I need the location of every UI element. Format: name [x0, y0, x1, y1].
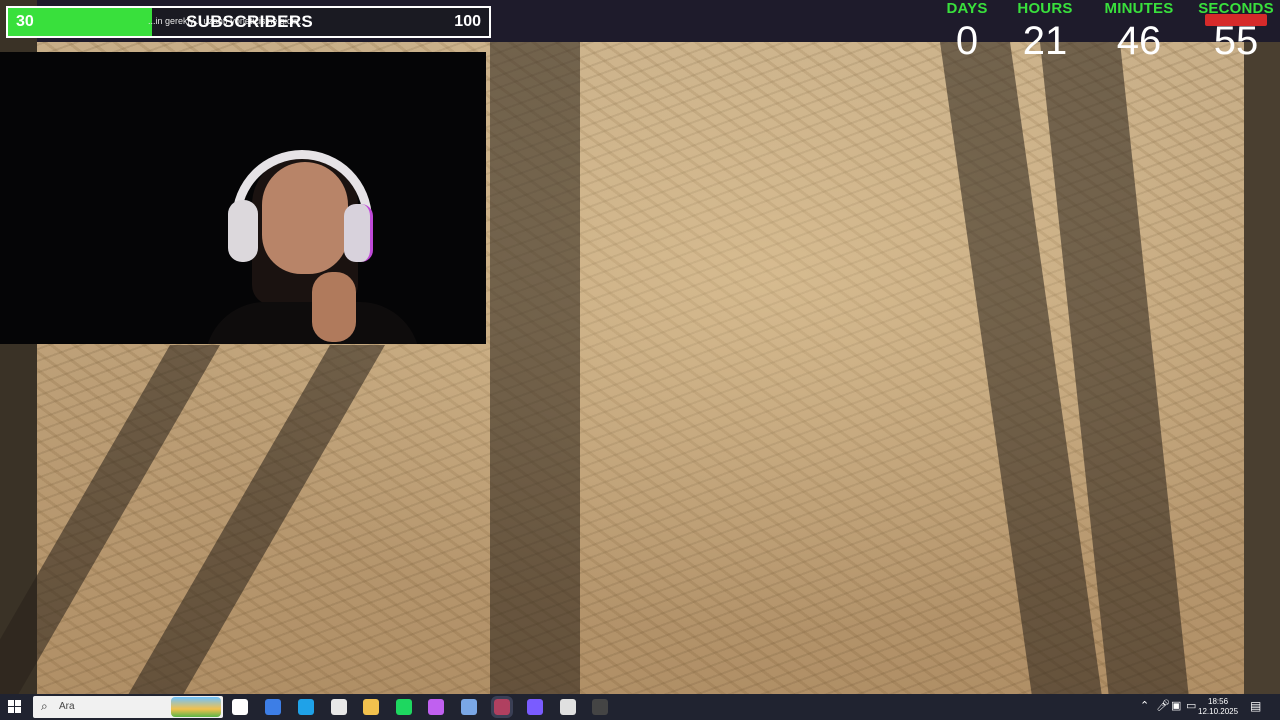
chevron-up-icon[interactable]: ⌃ — [1140, 699, 1149, 712]
file-icon[interactable] — [265, 699, 281, 715]
countdown-days-value: 0 — [955, 19, 979, 63]
subscriber-goal-max: 100 — [454, 13, 481, 30]
app-icon[interactable] — [491, 696, 513, 718]
countdown-minutes-value: 46 — [1116, 19, 1162, 63]
subscriber-goal-label: SUBSCRIBERS — [186, 12, 314, 31]
headset-ear-left — [228, 200, 258, 262]
countdown-seconds-label: SECONDS — [1198, 0, 1274, 17]
subscriber-goal-min: 30 — [16, 13, 34, 30]
folder-icon[interactable] — [363, 699, 379, 715]
subscriber-goal-bar: ...in gerekiy... uzantı yöneticisine gid… — [6, 6, 491, 38]
taskbar: ⌕ Ara ⌃ 🎤︎ ▣ ▭ 18:56 12.10.2025 ▤ — [0, 694, 1280, 720]
store-icon[interactable] — [331, 699, 347, 715]
countdown-minutes: MINUTES 46 — [1094, 0, 1184, 61]
countdown-hours-label: HOURS — [1017, 0, 1073, 17]
countdown-days-label: DAYS — [946, 0, 988, 17]
countdown-minutes-label: MINUTES — [1104, 0, 1174, 17]
post-shadow — [490, 42, 580, 694]
clock-time: 18:56 — [1208, 697, 1229, 706]
app2-icon[interactable] — [560, 699, 576, 715]
countdown-seconds: SECONDS 55 — [1194, 0, 1278, 61]
countdown-timer: DAYS 0 HOURS 21 MINUTES 46 SECONDS 55 — [938, 0, 1280, 72]
window-icon[interactable] — [461, 699, 477, 715]
display-icon[interactable]: ▣ — [1171, 699, 1181, 712]
headset-ear-right — [344, 204, 373, 262]
taskbar-search[interactable]: ⌕ Ara — [33, 696, 223, 718]
countdown-days: DAYS 0 — [938, 0, 996, 61]
notification-icon[interactable]: ▤ — [1250, 699, 1266, 715]
right-strip — [1244, 42, 1280, 694]
search-icon: ⌕ — [41, 699, 48, 713]
streamer-hand — [312, 272, 356, 342]
spotify-icon[interactable] — [396, 699, 412, 715]
microphone-icon[interactable]: 🎤︎ — [1156, 699, 1170, 712]
clock-date: 12.10.2025 — [1198, 707, 1239, 716]
countdown-hours: HOURS 21 — [1012, 0, 1078, 61]
task-view-icon[interactable] — [232, 699, 248, 715]
system-clock[interactable]: 18:56 12.10.2025 — [1198, 697, 1238, 717]
countdown-hours-value: 21 — [1022, 19, 1068, 63]
obs-icon[interactable] — [592, 699, 608, 715]
webcam-feed — [0, 52, 486, 344]
copilot-icon[interactable] — [428, 699, 444, 715]
start-button[interactable] — [8, 700, 22, 714]
search-highlight-image — [171, 697, 221, 717]
countdown-seconds-value: 55 — [1213, 19, 1259, 63]
messenger-icon[interactable] — [527, 699, 543, 715]
search-placeholder: Ara — [59, 701, 75, 712]
edge-icon[interactable] — [298, 699, 314, 715]
network-icon[interactable]: ▭ — [1186, 699, 1196, 712]
